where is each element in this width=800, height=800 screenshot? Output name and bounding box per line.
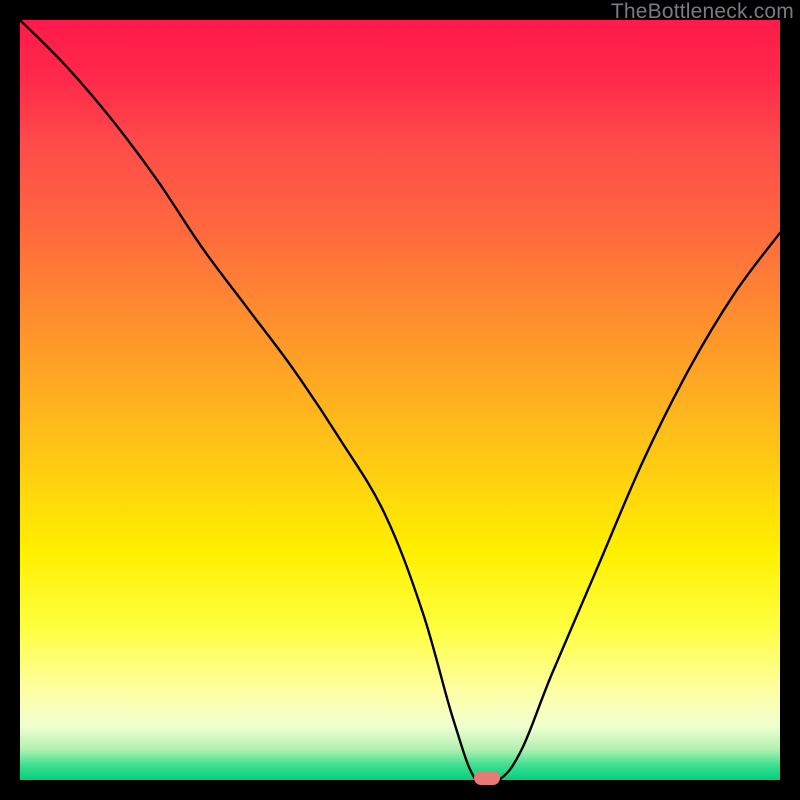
plot-area [20,20,780,780]
watermark-text: TheBottleneck.com [611,0,794,24]
chart-frame: TheBottleneck.com [0,0,800,800]
curve-path [20,20,780,780]
bottleneck-curve [20,20,780,780]
optimal-marker [474,771,500,785]
